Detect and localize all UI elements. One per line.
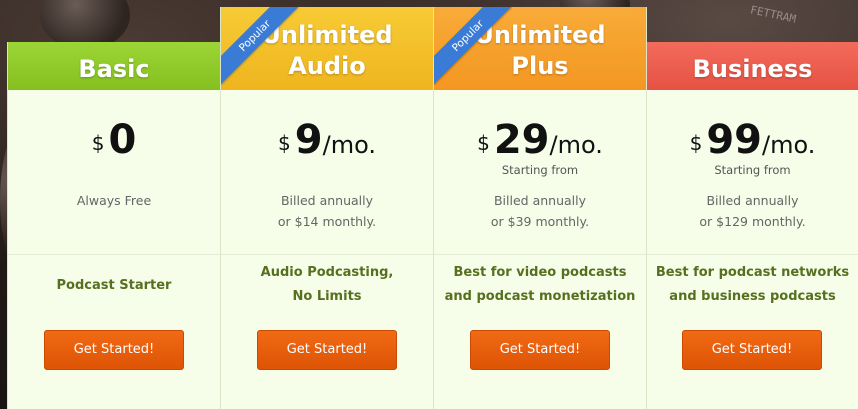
plan-feature: Audio Podcasting, No Limits bbox=[221, 261, 433, 309]
starting-from-label: Starting from bbox=[501, 163, 579, 177]
billing-note-line: Always Free bbox=[76, 193, 152, 208]
feature-line: Best for podcast networks bbox=[655, 265, 850, 280]
feature-line: Podcast Starter bbox=[56, 278, 172, 293]
feature-line: Best for video podcasts bbox=[453, 265, 627, 280]
price-amount: 29 bbox=[493, 117, 550, 163]
billing-note: Billed annually or $14 monthly. bbox=[221, 190, 433, 232]
plan-price: $99/mo. bbox=[647, 117, 858, 163]
plan-feature: Podcast Starter bbox=[8, 274, 220, 298]
currency-symbol: $ bbox=[477, 131, 490, 155]
feature-line: Audio Podcasting, bbox=[260, 265, 394, 280]
billing-note: Billed annually or $39 monthly. bbox=[434, 190, 646, 232]
billing-note-line: or $14 monthly. bbox=[277, 214, 377, 229]
billing-note-line: or $39 monthly. bbox=[490, 214, 590, 229]
price-period: /mo. bbox=[762, 131, 816, 159]
billing-note-line: Billed annually bbox=[280, 193, 374, 208]
currency-symbol: $ bbox=[91, 131, 105, 155]
equipment-label: FETTRAM bbox=[748, 3, 797, 26]
card-divider bbox=[221, 254, 433, 255]
price-amount: 99 bbox=[706, 117, 763, 163]
get-started-button[interactable]: Get Started! bbox=[470, 330, 610, 370]
price-period: /mo. bbox=[322, 131, 376, 159]
plan-card-unlimited-plus: Unlimited Plus Popular $29/mo. Starting … bbox=[433, 7, 647, 409]
plan-name: Business bbox=[692, 55, 813, 83]
plan-header: Business bbox=[647, 42, 858, 90]
price-amount: 0 bbox=[108, 117, 137, 163]
plan-card-basic: Basic $0 Always Free Podcast Starter Get… bbox=[7, 42, 221, 409]
feature-line: and podcast monetization bbox=[444, 289, 636, 304]
plan-name: Basic bbox=[78, 55, 150, 83]
feature-line: No Limits bbox=[292, 289, 362, 304]
plan-card-business: Business $99/mo. Starting from Billed an… bbox=[646, 42, 858, 409]
card-divider bbox=[8, 254, 220, 255]
currency-symbol: $ bbox=[278, 131, 291, 155]
billing-note-line: Billed annually bbox=[706, 193, 799, 208]
plan-price: $9/mo. bbox=[221, 117, 433, 163]
billing-note: Billed annually or $129 monthly. bbox=[647, 190, 858, 232]
get-started-button[interactable]: Get Started! bbox=[682, 330, 822, 370]
get-started-button[interactable]: Get Started! bbox=[44, 330, 184, 370]
popular-badge: Popular bbox=[434, 7, 512, 85]
price-period: /mo. bbox=[549, 131, 603, 159]
plan-card-unlimited-audio: Unlimited Audio Popular $9/mo. Billed an… bbox=[220, 7, 434, 409]
billing-note: Always Free bbox=[8, 190, 220, 211]
card-divider bbox=[434, 254, 646, 255]
popular-badge: Popular bbox=[221, 7, 299, 85]
plan-feature: Best for video podcasts and podcast mone… bbox=[434, 261, 646, 309]
plan-price: $0 bbox=[8, 117, 220, 163]
price-amount: 9 bbox=[294, 117, 323, 163]
billing-note-line: or $129 monthly. bbox=[699, 214, 806, 229]
card-divider bbox=[647, 254, 858, 255]
popular-ribbon: Popular bbox=[221, 7, 299, 85]
popular-ribbon: Popular bbox=[434, 7, 512, 85]
get-started-button[interactable]: Get Started! bbox=[257, 330, 397, 370]
starting-from-label: Starting from bbox=[714, 163, 791, 177]
plan-feature: Best for podcast networks and business p… bbox=[647, 261, 858, 309]
feature-line: and business podcasts bbox=[669, 289, 836, 304]
currency-symbol: $ bbox=[689, 131, 703, 155]
plan-header: Basic bbox=[8, 42, 220, 90]
billing-note-line: Billed annually bbox=[493, 193, 587, 208]
plan-price: $29/mo. bbox=[434, 117, 646, 163]
